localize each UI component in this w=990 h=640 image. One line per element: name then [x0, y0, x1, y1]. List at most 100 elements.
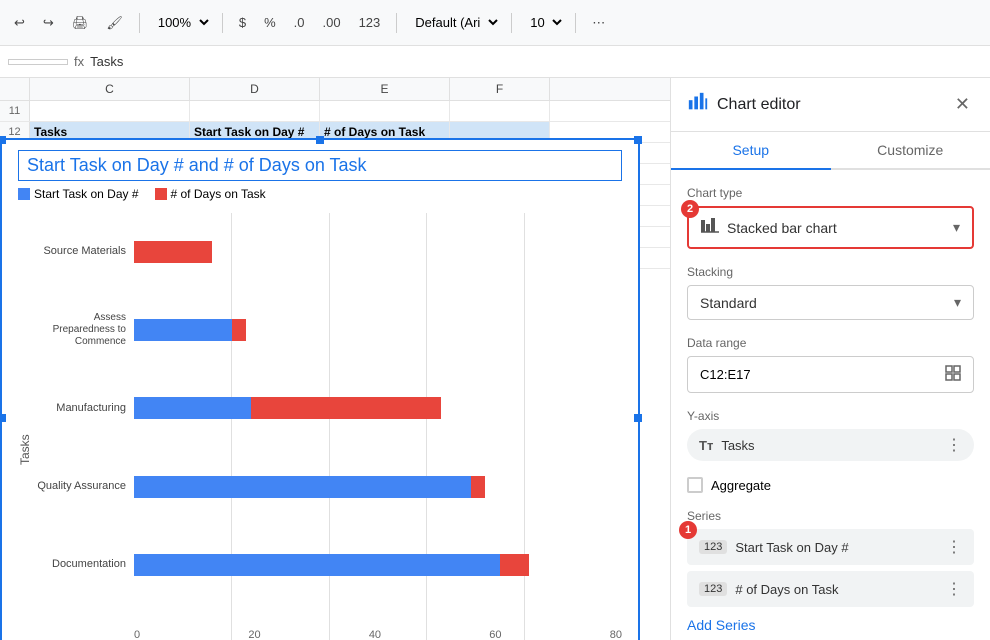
chart-inner: Start Task on Day # # of Days on Task Ta… — [2, 140, 638, 640]
bar-chart-icon — [701, 218, 719, 237]
row-num: 11 — [0, 101, 30, 121]
percent-btn[interactable]: % — [258, 11, 282, 34]
chart-title-input[interactable] — [18, 150, 622, 181]
badge-1: 1 — [679, 521, 697, 539]
cell[interactable] — [30, 101, 190, 121]
editor-header-left: Chart editor — [687, 91, 801, 119]
badge-2: 2 — [681, 200, 699, 218]
bar-row-qa: Quality Assurance — [36, 469, 622, 505]
col-e-header: E — [320, 78, 450, 100]
print-btn[interactable]: 🖨 — [66, 11, 95, 35]
x-tick: 80 — [610, 629, 622, 640]
series-left: 123 Start Task on Day # — [699, 540, 849, 555]
y-axis-label: Tasks — [18, 213, 32, 640]
stacking-select[interactable]: Standard ▾ — [687, 285, 974, 320]
tab-setup[interactable]: Setup — [671, 132, 831, 170]
font-size-select[interactable]: 10 — [522, 12, 565, 33]
toolbar: ↩ ↪ 🖨 🖌 100% $ % .0 .00 123 Default (Ari… — [0, 0, 990, 46]
format-btn[interactable]: 123 — [353, 11, 387, 34]
col-f-header: F — [450, 78, 550, 100]
chart-type-select[interactable]: 2 Stacked bar chart ▾ — [687, 206, 974, 249]
cell[interactable] — [320, 101, 450, 121]
chart-handle-ml[interactable] — [0, 414, 6, 422]
chart-type-value: Stacked bar chart — [727, 220, 837, 236]
x-tick: 40 — [369, 629, 381, 640]
bar-red — [471, 476, 486, 498]
y-axis-value: Tasks — [721, 438, 754, 453]
sep4 — [511, 13, 512, 33]
sep2 — [222, 13, 223, 33]
chart-handle-mr[interactable] — [634, 414, 642, 422]
more-options-btn[interactable]: ⋯ — [586, 11, 611, 35]
series-label-1: Start Task on Day # — [735, 540, 848, 555]
aggregate-checkbox[interactable] — [687, 477, 703, 493]
bar-track — [134, 554, 622, 576]
paint-format-btn[interactable]: 🖌 — [100, 11, 129, 35]
series-item-2[interactable]: 123 # of Days on Task ⋮ — [687, 571, 974, 607]
legend-red-label: # of Days on Task — [171, 187, 266, 201]
bar-row-assess: AssessPreparedness toCommence — [36, 312, 622, 348]
data-range-value: C12:E17 — [700, 367, 751, 382]
series-item-1[interactable]: 1 123 Start Task on Day # ⋮ — [687, 529, 974, 565]
add-series-btn[interactable]: Add Series — [687, 613, 755, 637]
dec-inc-btn[interactable]: .00 — [316, 11, 346, 34]
tab-customize[interactable]: Customize — [831, 132, 990, 168]
data-range-section: Data range C12:E17 — [687, 336, 974, 393]
cell[interactable] — [190, 101, 320, 121]
chart-handle-tm[interactable] — [316, 136, 324, 144]
y-axis-left: Tт Tasks — [699, 438, 755, 453]
bar-track — [134, 241, 622, 263]
sep1 — [139, 13, 140, 33]
bar-row-docs: Documentation — [36, 547, 622, 583]
undo-btn[interactable]: ↩ — [8, 11, 31, 35]
y-axis-item[interactable]: Tт Tasks ⋮ — [687, 429, 974, 461]
stacking-section: Stacking Standard ▾ — [687, 265, 974, 320]
sep5 — [575, 13, 576, 33]
col-d-header: D — [190, 78, 320, 100]
cell-reference — [8, 59, 68, 65]
bar-label: AssessPreparedness toCommence — [36, 312, 126, 348]
redo-btn[interactable]: ↪ — [37, 11, 60, 35]
editor-tabs: Setup Customize — [671, 132, 990, 170]
editor-close-btn[interactable]: ✕ — [951, 90, 974, 119]
formula-input[interactable] — [90, 54, 982, 69]
chart-container[interactable]: Start Task on Day # # of Days on Task Ta… — [0, 138, 640, 640]
legend-blue: Start Task on Day # — [18, 187, 139, 201]
chart-plot: Source Materials AssessPreparedness toCo… — [36, 213, 622, 640]
bar-red — [134, 241, 212, 263]
chart-handle-tr[interactable] — [634, 136, 642, 144]
sep3 — [396, 13, 397, 33]
chart-handle-tl[interactable] — [0, 136, 6, 144]
editor-title: Chart editor — [717, 96, 801, 114]
series-label-2: # of Days on Task — [735, 582, 838, 597]
font-family-select[interactable]: Default (Ari — [407, 12, 501, 33]
chart-type-label: Chart type — [687, 186, 974, 200]
bar-row-source: Source Materials — [36, 234, 622, 270]
bar-red — [500, 554, 529, 576]
series-dots-icon-2[interactable]: ⋮ — [946, 579, 962, 599]
main-area: C D E F 11 12 Tasks Start Task on Day # … — [0, 78, 990, 640]
chart-type-left: Stacked bar chart — [701, 218, 837, 237]
three-dots-icon[interactable]: ⋮ — [946, 435, 962, 455]
bar-red — [232, 319, 247, 341]
cell[interactable] — [450, 101, 550, 121]
series-dots-icon-1[interactable]: ⋮ — [946, 537, 962, 557]
chart-editor-icon — [687, 91, 709, 119]
currency-btn[interactable]: $ — [233, 11, 252, 34]
zoom-select[interactable]: 100% — [150, 12, 212, 33]
legend-blue-label: Start Task on Day # — [34, 187, 139, 201]
fx-label: fx — [74, 54, 84, 69]
series-badge-1: 123 — [699, 540, 727, 554]
chart-legend: Start Task on Day # # of Days on Task — [18, 187, 622, 201]
bar-track — [134, 319, 622, 341]
data-range-input[interactable]: C12:E17 — [687, 356, 974, 393]
dec-dec-btn[interactable]: .0 — [288, 11, 311, 34]
bar-row-manufacturing: Manufacturing — [36, 390, 622, 426]
bar-blue — [134, 476, 471, 498]
bar-label: Documentation — [36, 558, 126, 571]
aggregate-label: Aggregate — [711, 478, 771, 493]
chart-body: Tasks Source Material — [18, 213, 622, 640]
bar-red — [251, 397, 441, 419]
bar-blue — [134, 319, 232, 341]
bar-label: Source Materials — [36, 245, 126, 258]
